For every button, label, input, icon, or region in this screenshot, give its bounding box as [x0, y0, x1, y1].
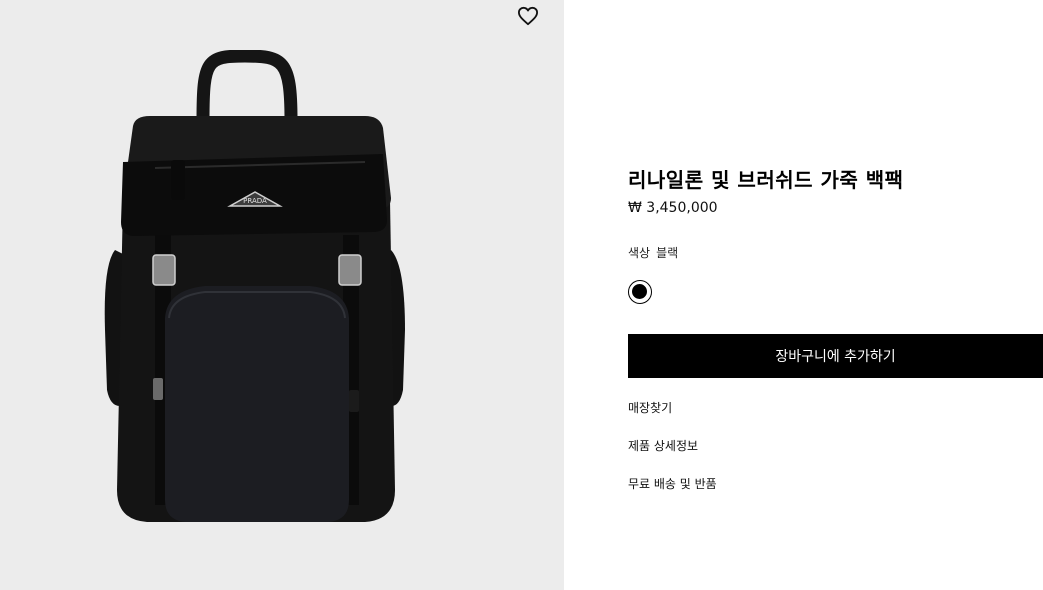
color-swatch-dot	[632, 284, 647, 299]
product-price: ₩ 3,450,000	[628, 200, 718, 216]
find-store-link[interactable]: 매장찾기	[628, 399, 672, 416]
shipping-returns-link[interactable]: 무료 배송 및 반품	[628, 475, 717, 492]
color-label: 색상	[628, 246, 651, 260]
color-row: 색상 블랙	[628, 244, 678, 261]
wishlist-heart-icon[interactable]	[515, 4, 541, 28]
product-image-panel: PRADA	[0, 0, 564, 590]
product-info: 리나일론 및 브러쉬드 가죽 백팩 ₩ 3,450,000 색상 블랙 장바구니에…	[628, 0, 1043, 590]
add-to-cart-button[interactable]: 장바구니에 추가하기	[628, 334, 1043, 378]
product-details-link[interactable]: 제품 상세정보	[628, 437, 698, 454]
backpack-image: PRADA	[104, 50, 405, 522]
color-value: 블랙	[656, 246, 679, 260]
color-swatch-black[interactable]	[628, 280, 652, 304]
logo-text: PRADA	[243, 197, 267, 205]
product-title: 리나일론 및 브러쉬드 가죽 백팩	[628, 168, 904, 192]
